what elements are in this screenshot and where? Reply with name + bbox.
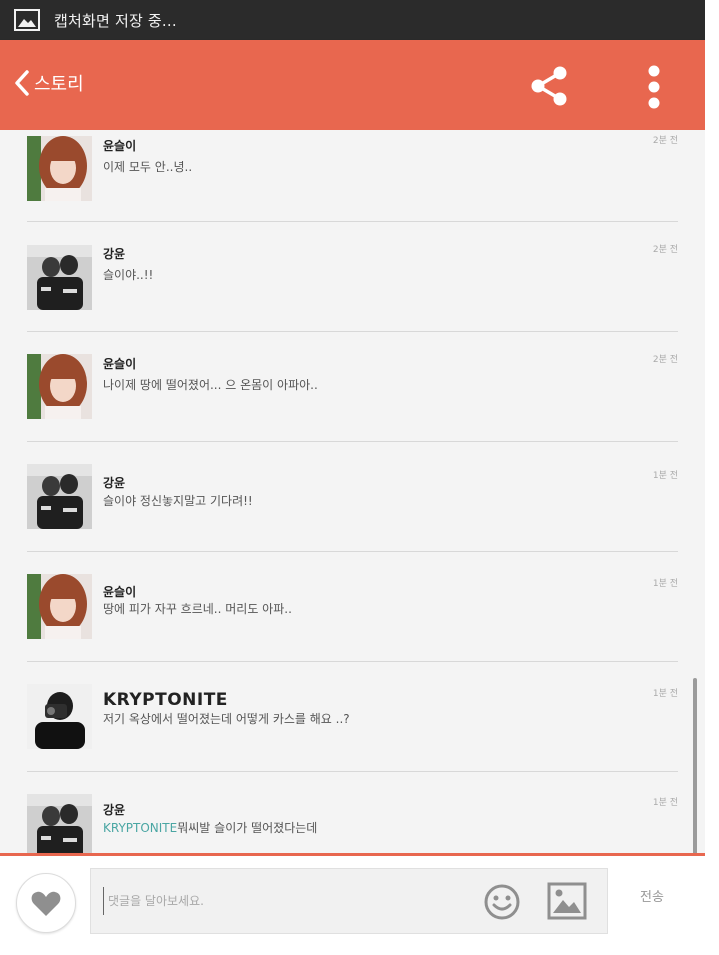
- comment-author[interactable]: 윤슬이: [103, 583, 136, 600]
- back-label: 스토리: [34, 74, 84, 95]
- comment-text: KRYPTONITE뭐씨발 슬이가 떨어졌다는데: [103, 819, 317, 836]
- comment-item: 강윤 슬이야 정신놓지말고 기다려!! 1분 전: [0, 442, 705, 552]
- comment-author[interactable]: KRYPTONITE: [103, 690, 228, 710]
- status-bar: 캡처화면 저장 중...: [0, 0, 705, 40]
- comment-text: 나이제 땅에 떨어졌어... 으 온몸이 아파아..: [103, 378, 318, 392]
- comment-item: KRYPTONITE 저기 옥상에서 떨어졌는데 어떻게 카스를 해요 ..? …: [0, 662, 705, 772]
- back-button[interactable]: 스토리: [14, 70, 84, 96]
- comment-text: 이제 모두 안..녕..: [103, 160, 193, 174]
- image-icon: [14, 9, 40, 31]
- scrollbar[interactable]: [693, 678, 697, 853]
- avatar[interactable]: [27, 464, 92, 529]
- comment-time: 2분 전: [652, 245, 678, 255]
- comment-item: 강윤 슬이야..!! 2분 전: [0, 222, 705, 332]
- send-button[interactable]: 전송: [622, 886, 682, 905]
- comment-text: 슬이야..!!: [103, 268, 154, 282]
- comment-author[interactable]: 윤슬이: [103, 137, 136, 154]
- comment-author[interactable]: 윤슬이: [103, 355, 136, 372]
- comment-text: 슬이야 정신놓지말고 기다려!!: [103, 494, 253, 508]
- avatar[interactable]: [27, 354, 92, 419]
- comment-time: 1분 전: [652, 689, 678, 699]
- comment-item: 윤슬이 나이제 땅에 떨어졌어... 으 온몸이 아파아.. 2분 전: [0, 332, 705, 442]
- comment-time: 1분 전: [652, 579, 678, 589]
- comment-item: 윤슬이 땅에 피가 자꾸 흐르네.. 머리도 아파.. 1분 전: [0, 552, 705, 662]
- more-vertical-icon[interactable]: [642, 64, 666, 110]
- comment-composer: 전송: [0, 853, 705, 955]
- comment-text: 저기 옥상에서 떨어졌는데 어떻게 카스를 해요 ..?: [103, 712, 350, 726]
- comment-input-box: [90, 868, 608, 934]
- like-button[interactable]: [16, 873, 76, 933]
- comment-author[interactable]: 강윤: [103, 245, 125, 262]
- share-icon[interactable]: [528, 65, 570, 107]
- heart-icon: [31, 891, 61, 916]
- avatar[interactable]: [27, 794, 92, 853]
- comment-time: 1분 전: [652, 798, 678, 808]
- avatar[interactable]: [27, 684, 92, 749]
- comment-input[interactable]: [103, 887, 470, 915]
- comment-time: 2분 전: [652, 355, 678, 365]
- avatar[interactable]: [27, 574, 92, 639]
- comment-text-body: 뭐씨발 슬이가 떨어졌다는데: [177, 821, 318, 835]
- smiley-icon[interactable]: [482, 882, 522, 922]
- comment-text: 땅에 피가 자꾸 흐르네.. 머리도 아파..: [103, 602, 292, 616]
- avatar[interactable]: [27, 136, 92, 201]
- comment-item: 윤슬이 이제 모두 안..녕.. 2분 전: [0, 130, 705, 222]
- app-bar: 스토리: [0, 40, 705, 130]
- status-text: 캡처화면 저장 중...: [54, 11, 177, 30]
- mention-link[interactable]: KRYPTONITE: [103, 821, 177, 835]
- comment-author[interactable]: 강윤: [103, 801, 125, 818]
- image-icon[interactable]: [547, 882, 587, 920]
- comment-time: 1분 전: [652, 471, 678, 481]
- screen-edge: [705, 0, 719, 952]
- avatar[interactable]: [27, 245, 92, 310]
- chevron-left-icon: [15, 70, 29, 96]
- comment-feed[interactable]: 윤슬이 이제 모두 안..녕.. 2분 전 강윤 슬이야..!! 2분 전 윤슬…: [0, 130, 705, 853]
- comment-time: 2분 전: [652, 136, 678, 146]
- comment-author[interactable]: 강윤: [103, 474, 125, 491]
- comment-item: 강윤 KRYPTONITE뭐씨발 슬이가 떨어졌다는데 1분 전: [0, 772, 705, 853]
